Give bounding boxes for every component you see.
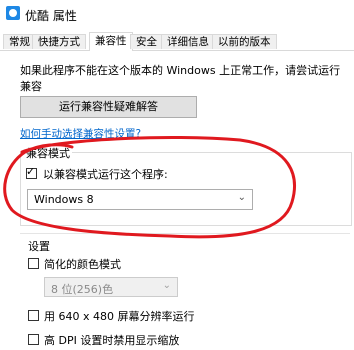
tab-details[interactable]: 详细信息 xyxy=(161,34,215,49)
compat-mode-checkbox[interactable]: ✓ xyxy=(26,165,37,179)
run-troubleshooter-button[interactable]: 运行兼容性疑难解答 xyxy=(20,96,197,118)
chevron-down-icon: ⌄ xyxy=(237,192,246,203)
youku-app-icon xyxy=(6,6,20,20)
section-divider xyxy=(20,233,350,234)
reduced-color-label[interactable]: 简化的颜色模式 xyxy=(44,256,121,272)
compat-os-select-value: Windows 8 xyxy=(34,193,94,206)
chevron-down-icon: ⌄ xyxy=(162,280,171,291)
window-title: 优酷 属性 xyxy=(25,9,77,23)
tab-compatibility[interactable]: 兼容性 xyxy=(89,32,133,51)
reduced-color-checkbox[interactable] xyxy=(28,258,39,269)
tab-shortcut[interactable]: 快捷方式 xyxy=(32,34,86,49)
tab-previous-versions[interactable]: 以前的版本 xyxy=(212,34,277,49)
compat-mode-checkbox-label[interactable]: 以兼容模式运行这个程序: xyxy=(43,166,168,182)
title-bar: 优酷 属性 xyxy=(0,0,354,28)
compatibility-panel: 如果此程序不能在这个版本的 Windows 上正常工作，请尝试运行兼容 性疑难解… xyxy=(0,51,354,350)
compat-os-select[interactable]: Windows 8 ⌄ xyxy=(27,189,253,210)
checkmark-icon: ✓ xyxy=(26,165,36,178)
intro-line-1: 如果此程序不能在这个版本的 Windows 上正常工作，请尝试运行兼容 xyxy=(20,64,341,93)
tab-security[interactable]: 安全 xyxy=(130,34,163,49)
tab-strip: 常规 快捷方式 兼容性 安全 详细信息 以前的版本 xyxy=(0,32,354,51)
color-depth-select-value: 8 位(256)色 xyxy=(51,283,114,296)
color-depth-select[interactable]: 8 位(256)色 ⌄ xyxy=(44,277,178,297)
manual-settings-link[interactable]: 如何手动选择兼容性设置? xyxy=(20,126,141,141)
resolution-label[interactable]: 用 640 x 480 屏幕分辨率运行 xyxy=(44,308,195,324)
dpi-label[interactable]: 高 DPI 设置时禁用显示缩放 xyxy=(44,332,179,348)
compat-mode-group-label: 兼容模式 xyxy=(24,145,72,161)
resolution-checkbox[interactable] xyxy=(28,310,39,321)
dpi-checkbox[interactable] xyxy=(28,334,39,345)
settings-group-label: 设置 xyxy=(26,238,52,254)
